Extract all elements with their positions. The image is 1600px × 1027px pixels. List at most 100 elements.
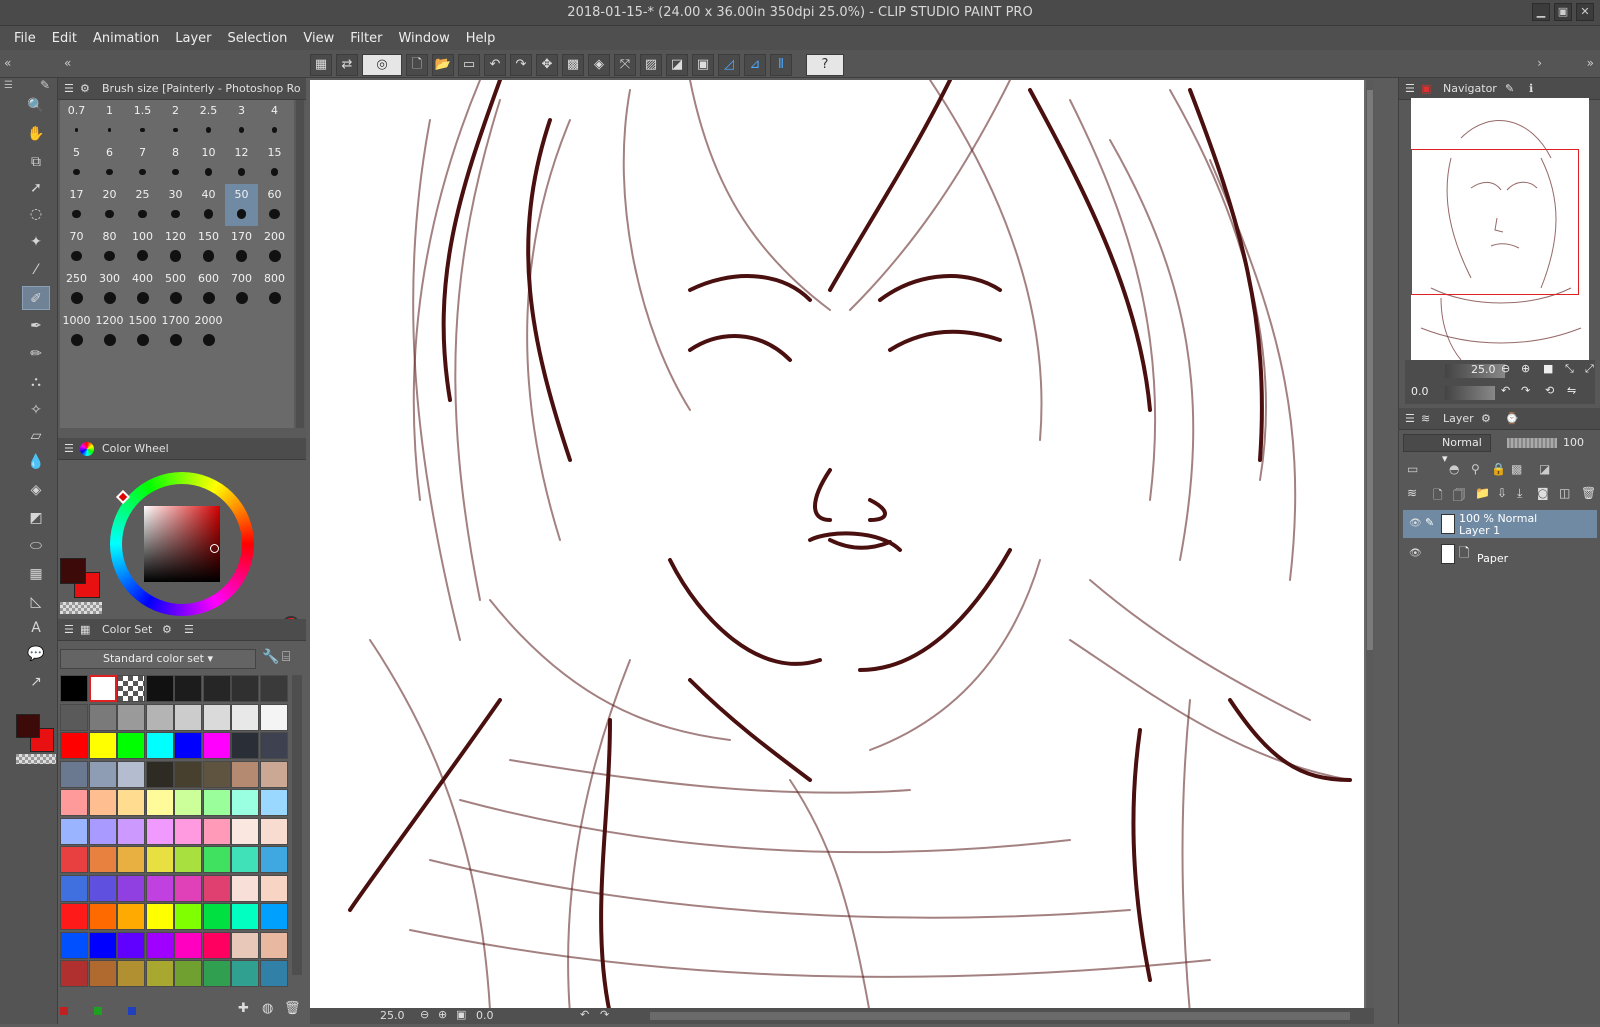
color-swatch[interactable] [202, 817, 231, 845]
minimize-button[interactable]: ▁ [1532, 3, 1550, 21]
brush-size-cell[interactable]: 17 [60, 184, 93, 226]
color-swatch[interactable] [174, 846, 202, 873]
color-swatch[interactable] [174, 675, 202, 702]
canvas-vertical-scrollbar[interactable] [1366, 80, 1374, 1014]
color-swatch[interactable] [174, 960, 202, 987]
color-swatch[interactable] [88, 760, 117, 788]
fill-tool-icon[interactable]: ◈ [22, 478, 50, 502]
color-swatch[interactable] [60, 931, 88, 959]
color-swatch[interactable] [88, 903, 117, 930]
color-swatch[interactable] [145, 874, 174, 902]
color-swatch[interactable] [145, 675, 174, 702]
color-swatch[interactable] [88, 817, 117, 845]
color-swatch[interactable] [88, 703, 117, 731]
rotate-left-icon[interactable]: ↶ [580, 1008, 589, 1021]
color-marker[interactable] [210, 544, 219, 553]
flip-icon[interactable]: ⇋ [1567, 384, 1576, 397]
main-color-swatch[interactable] [60, 558, 86, 584]
color-set-menu-icon[interactable]: ⌸ [282, 649, 290, 665]
decoration-tool-icon[interactable]: ✧ [22, 398, 50, 422]
apply-mask-icon[interactable]: ◫ [1559, 486, 1570, 500]
color-swatch[interactable] [117, 817, 145, 845]
color-swatch[interactable] [202, 760, 231, 788]
color-swatch[interactable] [117, 760, 145, 788]
screen-switch-icon[interactable]: ⇄ [336, 54, 358, 76]
rotate-ccw-icon[interactable]: ↶ [1501, 384, 1510, 397]
brush-size-cell[interactable]: 170 [225, 226, 258, 268]
color-swatch[interactable] [202, 789, 231, 816]
brush-size-cell[interactable]: 8 [159, 142, 192, 184]
airbrush-tool-icon[interactable]: ⛬ [22, 370, 50, 394]
brush-size-cell[interactable]: 70 [60, 226, 93, 268]
brush-size-cell[interactable]: 2 [159, 100, 192, 142]
color-swatch[interactable] [145, 760, 174, 788]
brush-size-cell[interactable]: 4 [258, 100, 291, 142]
color-swatch[interactable] [202, 703, 231, 731]
zoom-out-icon[interactable]: ⊖ [420, 1008, 429, 1021]
color-swatch[interactable] [174, 931, 202, 959]
help-icon[interactable]: ? [806, 54, 844, 76]
color-swatch[interactable] [174, 760, 202, 788]
new-folder-icon[interactable]: 📁 [1475, 486, 1490, 500]
brush-size-cell[interactable]: 300 [93, 268, 126, 310]
color-swatch[interactable] [145, 960, 174, 987]
menu-filter[interactable]: Filter [342, 31, 390, 46]
balloon-tool-icon[interactable]: 💬 [22, 642, 50, 666]
color-swatch[interactable] [202, 675, 231, 702]
color-swatch[interactable] [202, 874, 231, 902]
saturation-value-square[interactable] [144, 506, 220, 582]
color-swatch[interactable] [174, 817, 202, 845]
brush-size-cell[interactable]: 15 [258, 142, 291, 184]
delete-color-icon[interactable]: 🗑 [284, 1001, 301, 1016]
color-swatch[interactable] [145, 931, 174, 959]
canvas-horizontal-scrollbar[interactable] [650, 1012, 1350, 1020]
transform-icon[interactable]: ✥ [536, 54, 558, 76]
open-file-icon[interactable]: 📂 [432, 54, 454, 76]
navigator-view-rect[interactable] [1411, 149, 1579, 295]
tool-property-tab-icon[interactable]: ⚙ [80, 78, 90, 100]
layer-property-tab-icon[interactable]: ⚙ [1481, 408, 1491, 430]
operation-tool-icon[interactable]: ➚ [22, 176, 50, 200]
menu-file[interactable]: File [6, 31, 44, 46]
brush-size-cell[interactable]: 10 [192, 142, 225, 184]
layer-tab-icon[interactable]: ≋ [1421, 408, 1430, 430]
reference-layer-icon[interactable]: ⚲ [1471, 462, 1480, 476]
color-swatch[interactable] [174, 789, 202, 816]
color-swatch[interactable] [88, 960, 117, 987]
navigator-angle-value[interactable]: 0.0 [1411, 385, 1429, 398]
color-swatch[interactable] [60, 732, 88, 759]
pencil-tool-icon[interactable]: ✏ [22, 342, 50, 366]
brush-size-cell[interactable]: 80 [93, 226, 126, 268]
color-swatch[interactable] [117, 874, 145, 902]
color-swatch[interactable] [231, 874, 259, 902]
color-swatch[interactable] [60, 675, 88, 702]
wrench-icon[interactable]: 🔧 [262, 649, 279, 665]
clip-studio-icon[interactable]: ◎ [362, 54, 402, 76]
layer-row-layer-1[interactable]: 👁 ✎ 100 % Normal Layer 1 [1403, 510, 1597, 538]
color-swatch[interactable] [231, 760, 259, 788]
navigator-zoom-in-icon[interactable]: ⊕ [1521, 362, 1530, 375]
eyedropper-tool-icon[interactable]: ⁄ [22, 258, 50, 282]
clipping-icon[interactable]: ◓ [1449, 462, 1459, 476]
color-swatch[interactable] [202, 732, 231, 759]
color-swatch[interactable] [259, 903, 288, 930]
menu-view[interactable]: View [295, 31, 342, 46]
color-swatch[interactable] [231, 703, 259, 731]
panel-menu-icon[interactable]: ☰ [1405, 82, 1415, 95]
color-swatch[interactable] [202, 846, 231, 873]
color-swatch[interactable] [145, 732, 174, 759]
mask-icon[interactable]: ◪ [1539, 462, 1550, 476]
color-swatch[interactable] [145, 846, 174, 873]
navigator-preview[interactable] [1411, 98, 1589, 360]
new-file-icon[interactable]: 🗋 [406, 54, 428, 76]
color-swatch[interactable] [259, 846, 288, 873]
brush-size-cell[interactable]: 600 [192, 268, 225, 310]
menu-help[interactable]: Help [458, 31, 504, 46]
brush-tool-icon[interactable]: ✐ [22, 286, 50, 310]
color-swatch[interactable] [231, 789, 259, 816]
redo-icon[interactable]: ↷ [510, 54, 532, 76]
add-color-icon[interactable]: ✚ [238, 1001, 249, 1016]
color-set-scrollbar[interactable] [292, 675, 302, 975]
collapse-right-icon[interactable]: » [1587, 56, 1594, 70]
color-swatch[interactable] [231, 732, 259, 759]
